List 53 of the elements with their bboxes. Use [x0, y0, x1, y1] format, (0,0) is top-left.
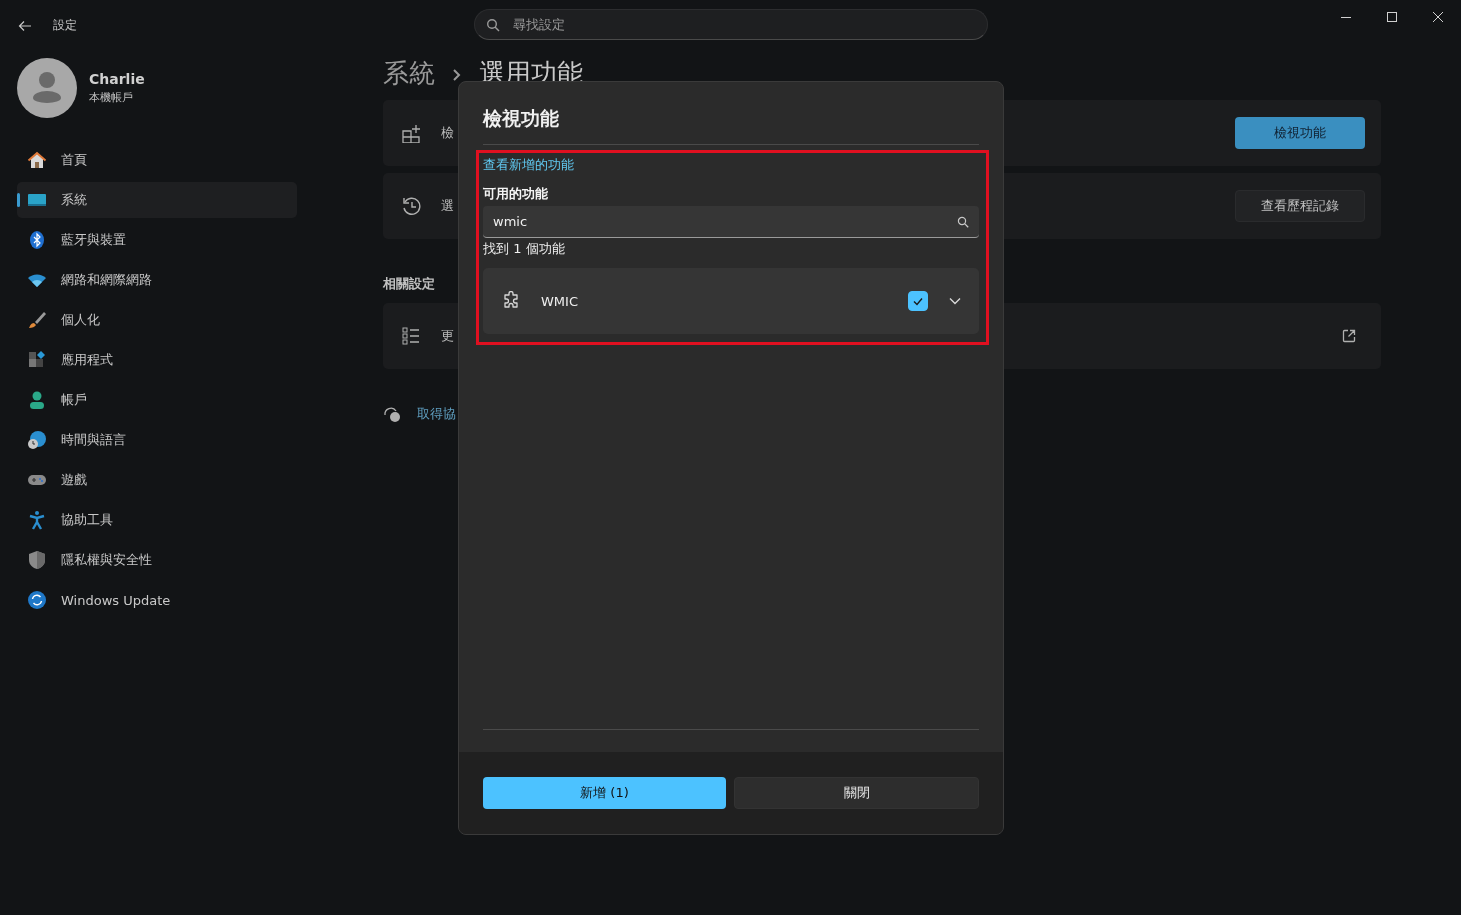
apps-icon: [27, 350, 47, 370]
user-name: Charlie: [89, 71, 145, 87]
search-field[interactable]: 尋找設定: [474, 9, 988, 40]
feature-row[interactable]: WMIC: [483, 268, 979, 334]
result-count: 找到 1 個功能: [483, 240, 566, 258]
home-icon: [27, 150, 47, 170]
dialog-title: 檢視功能: [483, 106, 560, 131]
update-icon: [27, 590, 47, 610]
selection-indicator: [17, 193, 20, 207]
history-icon: [401, 196, 421, 216]
add-grid-icon: [401, 123, 421, 143]
close-button[interactable]: 關閉: [734, 777, 979, 809]
brush-icon: [27, 310, 47, 330]
sidebar-item[interactable]: 帳戶: [17, 382, 297, 418]
sidebar-item[interactable]: 協助工具: [17, 502, 297, 538]
external-link-icon: [1342, 329, 1356, 343]
history-button[interactable]: 查看歷程記錄: [1235, 190, 1365, 222]
add-button[interactable]: 新增 (1): [483, 777, 726, 809]
account-type: 本機帳戶: [89, 90, 134, 105]
sidebar-item[interactable]: 首頁: [17, 142, 297, 178]
link[interactable]: 查看新增的功能: [483, 156, 979, 174]
accessibility-icon: [27, 510, 47, 530]
feature-name: WMIC: [541, 293, 578, 309]
card-title: 選: [441, 197, 454, 215]
section-heading: 相關設定: [383, 275, 436, 293]
window-title: 設定: [53, 17, 77, 34]
search-icon: [957, 216, 969, 228]
search-field[interactable]: wmic: [483, 206, 979, 238]
checkbox[interactable]: [908, 291, 928, 311]
avatar: [17, 58, 77, 118]
sidebar-item[interactable]: 時間與語言: [17, 422, 297, 458]
sidebar-item[interactable]: 個人化: [17, 302, 297, 338]
section-label: 可用的功能: [483, 185, 549, 203]
list-icon: [401, 326, 421, 346]
puzzle-icon: [501, 291, 521, 311]
help-link[interactable]: 取得協: [417, 405, 456, 423]
shield-icon: [27, 550, 47, 570]
chevron-right-icon: [451, 67, 463, 83]
globe-clock-icon: [27, 430, 47, 450]
sidebar-item[interactable]: 隱私權與安全性: [17, 542, 297, 578]
view-features-button[interactable]: 檢視功能: [1235, 117, 1365, 149]
card-title: 更: [441, 327, 454, 345]
sidebar-item[interactable]: 系統: [17, 182, 297, 218]
sidebar-item[interactable]: 遊戲: [17, 462, 297, 498]
checkmark-icon: [912, 295, 924, 307]
person-icon: [27, 390, 47, 410]
card-title: 檢: [441, 124, 454, 142]
sidebar-item[interactable]: 應用程式: [17, 342, 297, 378]
sidebar-item[interactable]: 藍牙與裝置: [17, 222, 297, 258]
sidebar-item[interactable]: 網路和網際網路: [17, 262, 297, 298]
sidebar-item[interactable]: Windows Update: [17, 582, 297, 618]
breadcrumb-item[interactable]: 系統: [383, 55, 435, 91]
bluetooth-icon: [27, 230, 47, 250]
